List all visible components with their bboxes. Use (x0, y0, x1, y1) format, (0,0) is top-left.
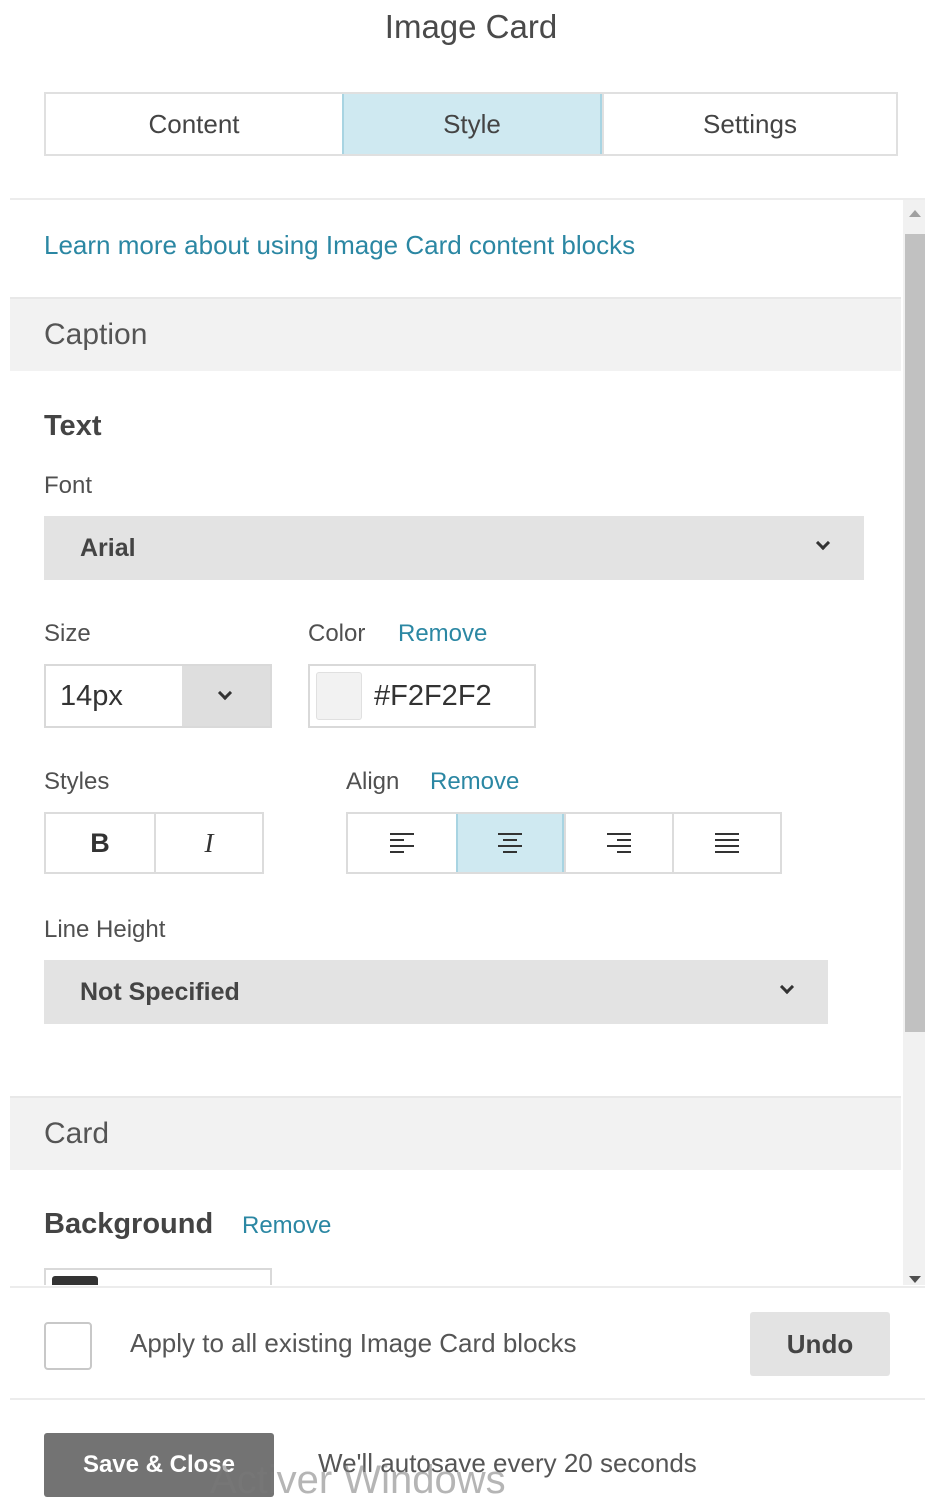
background-color-field[interactable] (44, 1268, 272, 1285)
align-center-icon (498, 833, 522, 853)
size-dropdown-toggle[interactable] (182, 666, 270, 726)
autosave-note: We'll autosave every 20 seconds (318, 1448, 697, 1478)
align-group (346, 812, 782, 874)
font-label: Font (44, 472, 93, 499)
size-select[interactable]: 14px (44, 664, 272, 728)
size-select-value: 14px (60, 680, 123, 712)
font-select[interactable]: Arial (44, 516, 864, 580)
learn-more-link[interactable]: Learn more about using Image Card conten… (44, 230, 635, 261)
text-heading: Text (44, 410, 102, 442)
align-left-icon (390, 833, 414, 853)
scroll-up-arrow-icon[interactable] (909, 210, 921, 217)
tab-bar: Content Style Settings (44, 92, 898, 156)
style-scroll-area: Learn more about using Image Card conten… (10, 198, 925, 1285)
apply-all-checkbox[interactable] (44, 1322, 92, 1370)
line-height-label: Line Height (44, 916, 166, 943)
align-right-icon (607, 833, 631, 853)
bold-button[interactable]: B (46, 814, 154, 872)
panel-title: Image Card (384, 8, 558, 45)
line-height-select[interactable]: Not Specified (44, 960, 828, 1024)
italic-button[interactable]: I (154, 814, 262, 872)
font-select-value: Arial (80, 533, 136, 562)
align-left-button[interactable] (348, 814, 456, 872)
background-remove-link[interactable]: Remove (242, 1212, 331, 1240)
scroll-down-arrow-icon[interactable] (909, 1276, 921, 1283)
align-center-button[interactable] (456, 814, 564, 872)
apply-all-row: Apply to all existing Image Card blocks … (10, 1286, 925, 1400)
background-label: Background (44, 1208, 214, 1240)
size-label: Size (44, 620, 91, 647)
caption-section-header[interactable]: Caption (10, 297, 901, 371)
text-style-group: B I (44, 812, 264, 874)
color-picker-field[interactable]: #F2F2F2 (308, 664, 536, 728)
background-color-swatch[interactable] (52, 1276, 98, 1285)
apply-all-label[interactable]: Apply to all existing Image Card blocks (130, 1328, 577, 1359)
align-right-button[interactable] (564, 814, 672, 872)
save-close-button[interactable]: Save & Close (44, 1433, 274, 1497)
color-swatch[interactable] (316, 672, 362, 720)
line-height-select-value: Not Specified (80, 977, 240, 1006)
undo-button[interactable]: Undo (750, 1312, 890, 1376)
align-justify-button[interactable] (672, 814, 780, 872)
styles-label: Styles (44, 768, 110, 795)
chevron-down-icon (779, 979, 795, 995)
align-label: Align (346, 768, 400, 795)
tab-style[interactable]: Style (342, 94, 602, 154)
align-justify-icon (715, 833, 739, 853)
scrollbar[interactable] (903, 200, 925, 1285)
chevron-down-icon (815, 535, 831, 551)
tab-settings[interactable]: Settings (602, 94, 896, 154)
chevron-down-icon (217, 685, 233, 701)
color-value: #F2F2F2 (374, 680, 492, 712)
color-remove-link[interactable]: Remove (398, 620, 487, 648)
color-label: Color (308, 620, 366, 647)
align-remove-link[interactable]: Remove (430, 768, 519, 796)
scrollbar-thumb[interactable] (905, 234, 925, 1032)
card-section-header[interactable]: Card (10, 1096, 901, 1170)
tab-content[interactable]: Content (46, 94, 342, 154)
